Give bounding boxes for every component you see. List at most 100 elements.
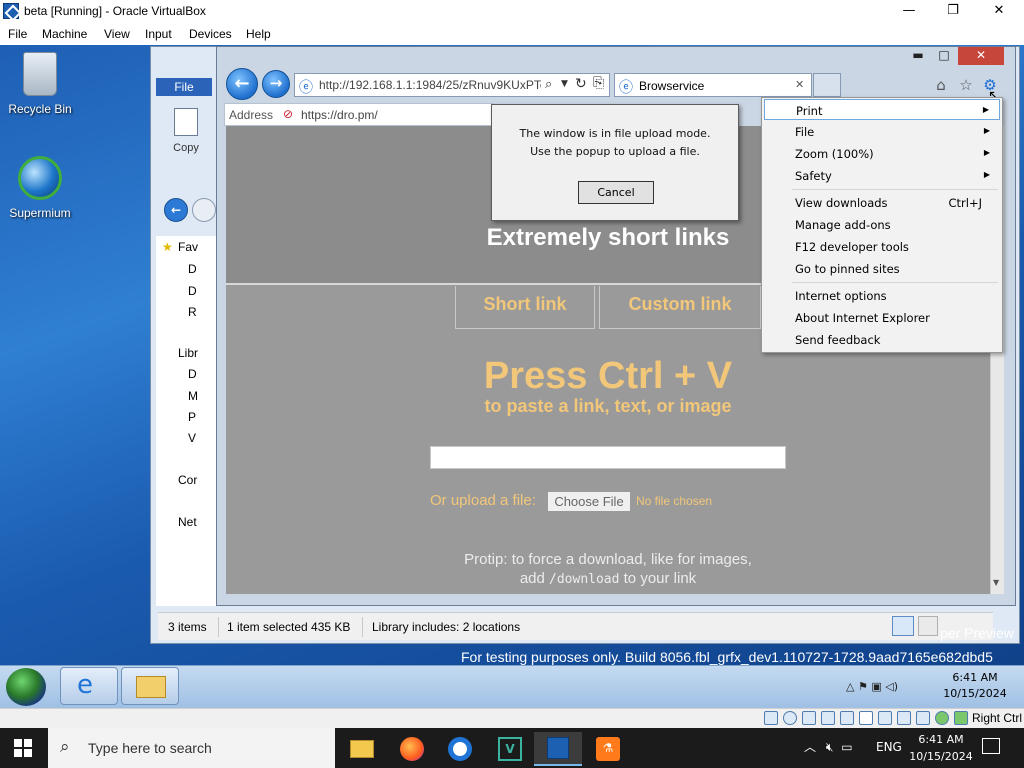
ribbon-file-tab[interactable]: File: [156, 78, 212, 96]
network-icon[interactable]: ▣: [871, 680, 881, 693]
display-icon[interactable]: [859, 711, 873, 725]
ie-address-bar[interactable]: ⓔ http://192.168.1.1:1984/25/zRnuv9KUxPT…: [294, 73, 610, 97]
sidebar-item[interactable]: D: [188, 262, 197, 276]
sidebar-item[interactable]: V: [188, 431, 196, 445]
host-search-box[interactable]: ⌕ Type here to search: [48, 728, 335, 768]
host-taskbar-firefox[interactable]: [388, 732, 436, 766]
menu-item-file[interactable]: File ▶: [764, 121, 1000, 142]
chevron-up-icon[interactable]: ︿: [804, 740, 816, 754]
chevron-right-icon: ▶: [983, 148, 990, 157]
choose-file-button[interactable]: Choose File: [547, 491, 631, 512]
usb-icon[interactable]: [821, 711, 835, 725]
ie-minimize-button[interactable]: ▬: [906, 47, 930, 65]
host-tray-icons[interactable]: ︿ 🔇︎ ▭: [804, 738, 853, 755]
new-tab-button[interactable]: [813, 73, 841, 97]
browservice-url[interactable]: https://dro.pm/: [301, 108, 378, 122]
ie-back-icon[interactable]: ←: [226, 68, 258, 100]
host-taskbar-file-explorer[interactable]: [338, 732, 386, 766]
flag-icon[interactable]: ⚑: [858, 680, 868, 693]
ie-forward-icon[interactable]: →: [262, 70, 290, 98]
sidebar-item[interactable]: R: [188, 305, 197, 319]
cancel-button[interactable]: Cancel: [578, 181, 654, 204]
menu-item-manage-addons[interactable]: Manage add-ons: [764, 214, 1000, 235]
optical-drive-icon[interactable]: [783, 711, 797, 725]
notifications-icon[interactable]: [982, 738, 1000, 754]
sidebar-item-libraries[interactable]: Libr: [178, 346, 198, 360]
sidebar-item[interactable]: M: [188, 389, 198, 403]
sidebar-item-computer[interactable]: Cor: [178, 473, 197, 487]
windows-start-icon[interactable]: [14, 739, 32, 757]
details-view-icon[interactable]: [892, 616, 914, 636]
guest-tray-icons[interactable]: △ ⚑ ▣ ◁): [846, 680, 898, 693]
guest-taskbar-explorer[interactable]: [121, 667, 179, 705]
search-icon[interactable]: ⌕: [545, 77, 552, 92]
sidebar-item-network[interactable]: Net: [178, 515, 197, 529]
network-adapter-icon[interactable]: [897, 711, 911, 725]
supermium-shortcut[interactable]: Supermium: [0, 156, 80, 220]
menu-item-safety[interactable]: Safety ▶: [764, 165, 1000, 186]
refresh-icon[interactable]: ↻: [575, 76, 587, 92]
tab-close-icon[interactable]: ✕: [795, 78, 804, 91]
guest-taskbar-ie[interactable]: e: [60, 667, 118, 705]
host-maximize-button[interactable]: ❐: [930, 0, 976, 24]
show-hidden-icons-icon[interactable]: △: [846, 680, 854, 693]
ie-address-url[interactable]: http://192.168.1.1:1984/25/zRnuv9KUxPTc: [319, 78, 541, 92]
copy-button[interactable]: Copy: [158, 104, 214, 158]
sidebar-item-favorites[interactable]: Fav: [178, 240, 198, 254]
host-minimize-button[interactable]: —: [886, 0, 932, 24]
host-taskbar-virtualbox[interactable]: [534, 732, 582, 766]
menu-item-about-ie[interactable]: About Internet Explorer: [764, 307, 1000, 328]
volume-icon[interactable]: ◁): [885, 680, 898, 693]
menu-item-send-feedback[interactable]: Send feedback: [764, 329, 1000, 350]
sidebar-item[interactable]: D: [188, 284, 197, 298]
volume-muted-icon[interactable]: 🔇︎: [826, 740, 834, 754]
host-taskbar-app[interactable]: V: [486, 732, 534, 766]
compat-view-icon[interactable]: ⎘: [593, 75, 604, 91]
menu-file[interactable]: File: [8, 27, 27, 41]
sidebar-item[interactable]: P: [188, 410, 196, 424]
link-input[interactable]: [430, 446, 786, 469]
language-indicator[interactable]: ENG: [876, 740, 902, 754]
browservice-address-bar[interactable]: Address ⊘ https://dro.pm/: [224, 103, 494, 126]
sidebar-item[interactable]: D: [188, 367, 197, 381]
menu-input[interactable]: Input: [145, 27, 172, 41]
menu-item-view-downloads[interactable]: View downloads Ctrl+J: [764, 192, 1000, 213]
custom-link-tab[interactable]: Custom link: [599, 286, 761, 329]
recording-icon[interactable]: [916, 711, 930, 725]
menu-item-internet-options[interactable]: Internet options: [764, 285, 1000, 306]
menu-item-zoom[interactable]: Zoom (100%) ▶: [764, 143, 1000, 164]
home-icon[interactable]: ⌂: [932, 76, 950, 94]
hdd-icon[interactable]: [764, 711, 778, 725]
menu-item-pinned-sites[interactable]: Go to pinned sites: [764, 258, 1000, 279]
host-close-button[interactable]: ✕: [976, 0, 1022, 24]
ie-tab-browservice[interactable]: ⓔ Browservice ✕: [614, 73, 812, 97]
favorites-star-icon: ★: [162, 240, 173, 254]
host-taskbar-browser[interactable]: [436, 732, 484, 766]
favorites-star-icon[interactable]: ☆: [957, 76, 975, 94]
audio-icon[interactable]: [802, 711, 816, 725]
mouse-integration-icon[interactable]: [954, 711, 968, 725]
back-arrow-icon[interactable]: ←: [164, 198, 188, 222]
scroll-down-icon[interactable]: ▼: [993, 578, 999, 587]
menu-view[interactable]: View: [104, 27, 130, 41]
network-icon[interactable]: ▭: [841, 740, 852, 754]
menu-devices[interactable]: Devices: [189, 27, 232, 41]
menu-item-f12-tools[interactable]: F12 developer tools: [764, 236, 1000, 257]
forward-arrow-icon[interactable]: [192, 198, 216, 222]
recycle-bin-shortcut[interactable]: Recycle Bin: [0, 52, 80, 116]
ie-close-button[interactable]: ✕: [958, 47, 1004, 65]
preview-pane-icon[interactable]: [918, 616, 938, 636]
video-capture-icon[interactable]: [878, 711, 892, 725]
shared-folders-icon[interactable]: [840, 711, 854, 725]
guest-clock[interactable]: 6:41 AM 10/15/2024: [930, 670, 1020, 702]
short-link-tab[interactable]: Short link: [455, 286, 595, 329]
ie-maximize-button[interactable]: □: [932, 47, 956, 65]
host-taskbar-flask[interactable]: ⚗: [584, 732, 632, 766]
cpu-icon[interactable]: [935, 711, 949, 725]
dropdown-arrow-icon[interactable]: ▼: [561, 79, 568, 89]
guest-start-orb-icon[interactable]: [6, 668, 46, 706]
menu-item-print[interactable]: Print ▶: [764, 99, 1000, 120]
menu-help[interactable]: Help: [246, 27, 271, 41]
host-clock[interactable]: 6:41 AM 10/15/2024: [906, 731, 976, 765]
menu-machine[interactable]: Machine: [42, 27, 87, 41]
